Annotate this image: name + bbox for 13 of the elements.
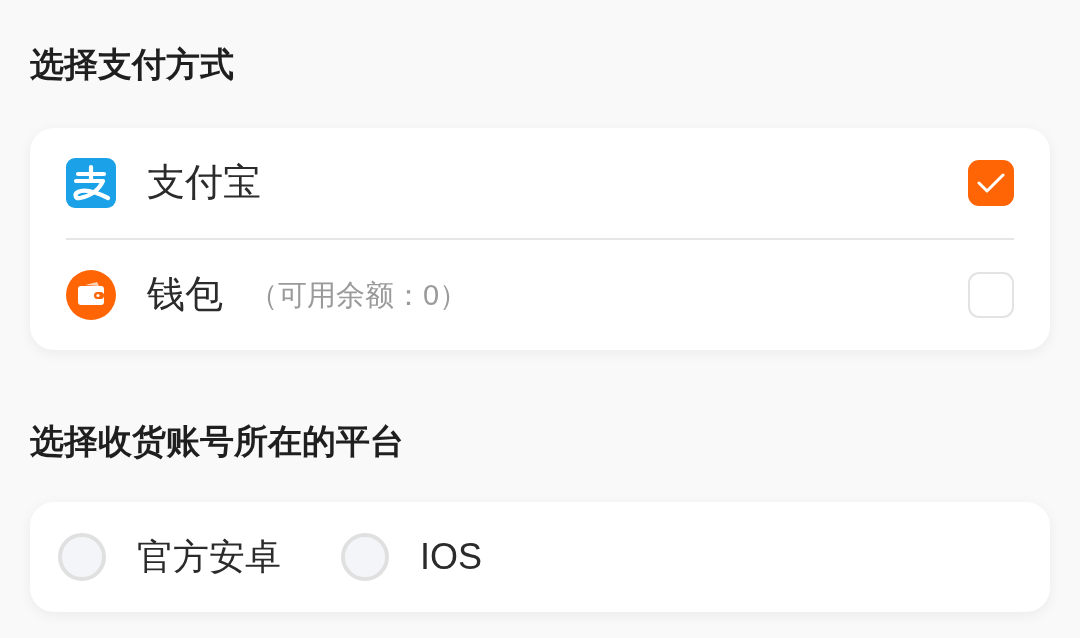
section-title: 选择支付方式 [30,44,235,85]
section-title: 选择收货账号所在的平台 [30,421,405,462]
payment-method-label: 钱包 [147,272,223,318]
payment-method-label: 支付宝 [147,160,261,206]
platform-label: 官方安卓 [137,535,281,579]
check-icon [977,172,1005,194]
app-logo-icon [66,158,116,208]
platform-label: IOS [420,535,482,579]
wallet-icon [66,270,116,320]
balance-note: （可用余额：0） [249,277,469,313]
radio-button[interactable] [58,533,106,581]
radio-button[interactable] [341,533,389,581]
checkbox[interactable] [968,160,1014,206]
